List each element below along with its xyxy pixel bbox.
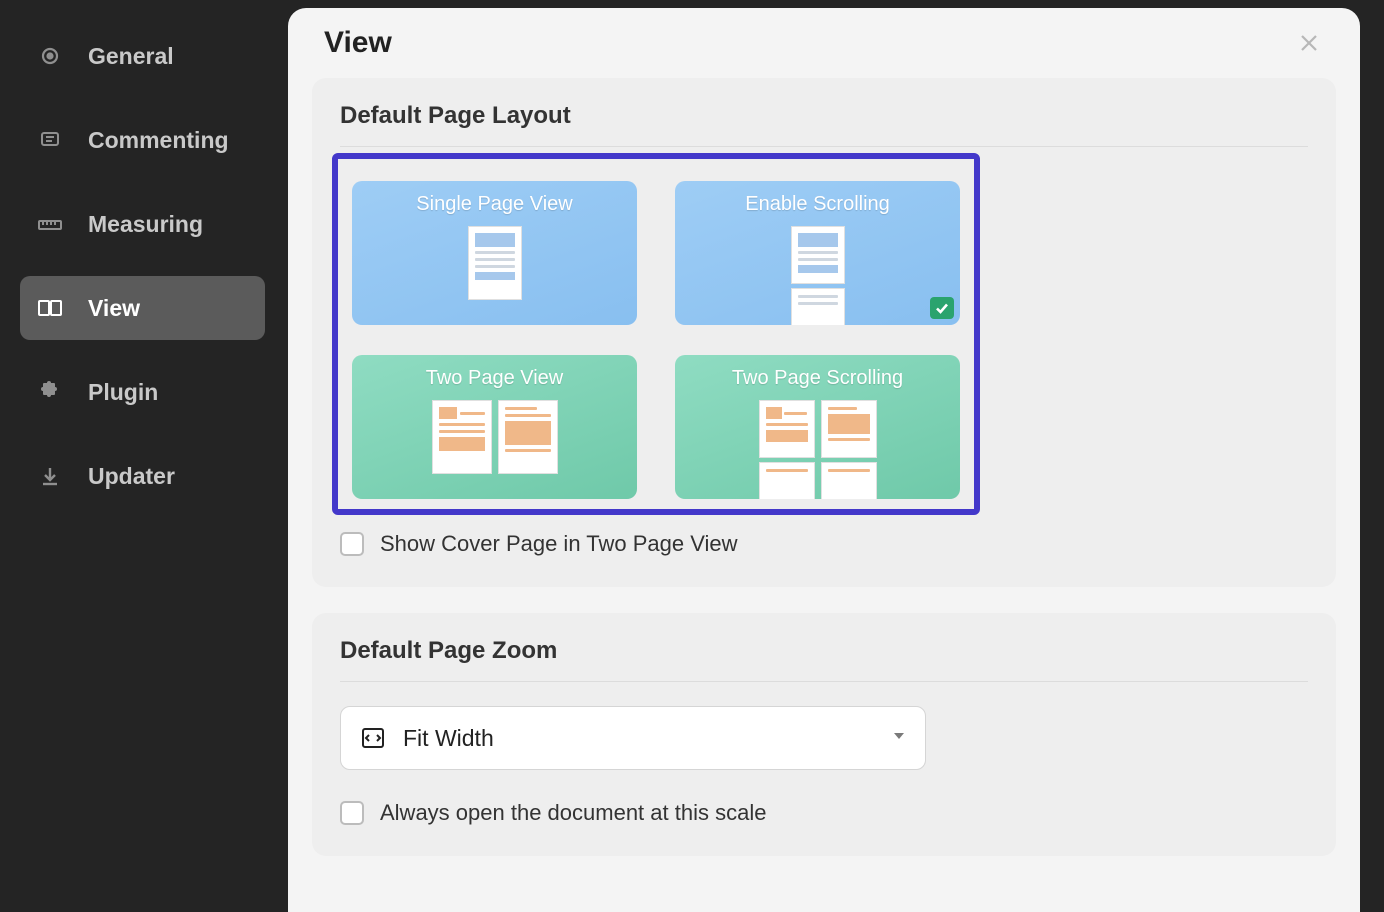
- close-button[interactable]: [1294, 28, 1324, 58]
- page-title: View: [324, 26, 392, 60]
- download-icon: [36, 462, 64, 490]
- zoom-select[interactable]: Fit Width: [340, 706, 926, 770]
- tile-label: Two Page View: [426, 367, 564, 390]
- sidebar-item-general[interactable]: General: [20, 24, 265, 88]
- show-cover-option: Show Cover Page in Two Page View: [340, 531, 1308, 557]
- layout-option-two-page-scrolling[interactable]: Two Page Scrolling: [675, 355, 960, 499]
- settings-sidebar: General Commenting Measuring View Plugin…: [0, 0, 285, 912]
- two-page-thumbnail-icon: [432, 400, 558, 474]
- layout-option-enable-scrolling[interactable]: Enable Scrolling: [675, 181, 960, 325]
- show-cover-label: Show Cover Page in Two Page View: [380, 531, 738, 557]
- sidebar-item-label: Plugin: [88, 379, 158, 406]
- always-open-option: Always open the document at this scale: [340, 800, 1308, 826]
- sidebar-item-label: Measuring: [88, 211, 203, 238]
- section-title: Default Page Layout: [340, 102, 1308, 146]
- sidebar-item-label: Commenting: [88, 127, 229, 154]
- tile-label: Single Page View: [416, 193, 572, 216]
- panel-header: View: [288, 8, 1360, 78]
- section-title: Default Page Zoom: [340, 637, 1308, 681]
- ruler-icon: [36, 210, 64, 238]
- comment-icon: [36, 126, 64, 154]
- tile-label: Enable Scrolling: [745, 193, 890, 216]
- chevron-down-icon: [891, 728, 907, 749]
- scrolling-thumbnail-icon: [791, 226, 845, 325]
- layout-option-two-page[interactable]: Two Page View: [352, 355, 637, 499]
- selected-check-icon: [930, 297, 954, 319]
- sidebar-item-label: General: [88, 43, 174, 70]
- book-open-icon: [36, 294, 64, 322]
- divider: [340, 146, 1308, 147]
- section-default-page-layout: Default Page Layout Single Page View: [312, 78, 1336, 587]
- sidebar-item-label: Updater: [88, 463, 175, 490]
- always-open-label: Always open the document at this scale: [380, 800, 766, 826]
- tile-label: Two Page Scrolling: [732, 367, 903, 390]
- always-open-checkbox[interactable]: [340, 801, 364, 825]
- settings-panel: View Default Page Layout Single Page Vie…: [288, 8, 1360, 912]
- gear-icon: [36, 42, 64, 70]
- single-page-thumbnail-icon: [468, 226, 522, 300]
- sidebar-item-view[interactable]: View: [20, 276, 265, 340]
- show-cover-checkbox[interactable]: [340, 532, 364, 556]
- sidebar-item-label: View: [88, 295, 140, 322]
- divider: [340, 681, 1308, 682]
- sidebar-item-measuring[interactable]: Measuring: [20, 192, 265, 256]
- section-default-page-zoom: Default Page Zoom Fit Width Always open …: [312, 613, 1336, 856]
- puzzle-icon: [36, 378, 64, 406]
- sidebar-item-updater[interactable]: Updater: [20, 444, 265, 508]
- two-page-scrolling-thumbnail-icon: [759, 400, 877, 499]
- sidebar-item-plugin[interactable]: Plugin: [20, 360, 265, 424]
- zoom-select-value: Fit Width: [403, 725, 494, 752]
- sidebar-item-commenting[interactable]: Commenting: [20, 108, 265, 172]
- layout-options-highlight: Single Page View: [332, 153, 980, 515]
- fit-width-icon: [359, 724, 387, 752]
- layout-option-single-page[interactable]: Single Page View: [352, 181, 637, 325]
